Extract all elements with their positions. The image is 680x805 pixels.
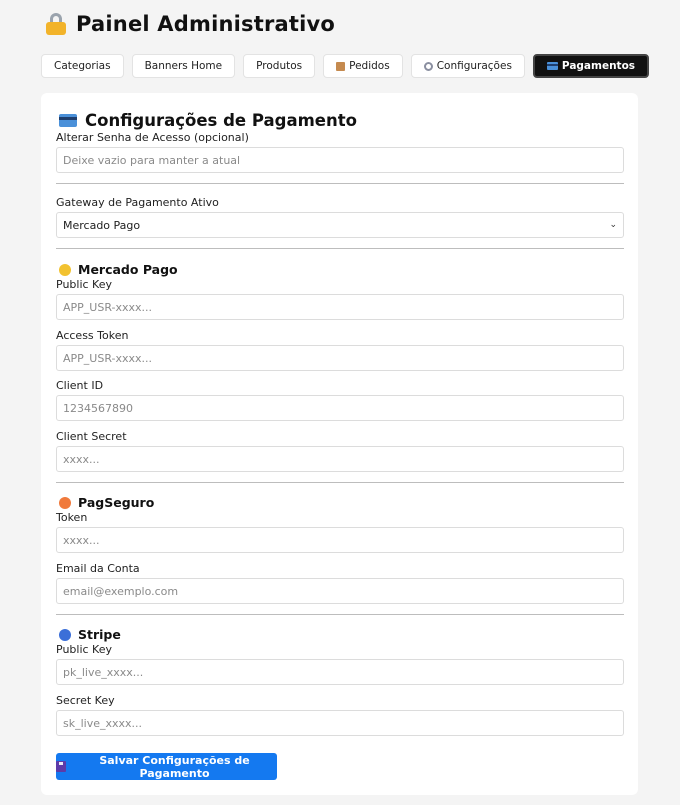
- divider: [56, 183, 624, 184]
- tab-label: Produtos: [256, 60, 303, 72]
- ps-token-input[interactable]: [56, 527, 624, 553]
- mp-client-secret-label: Client Secret: [56, 430, 127, 443]
- yellow-circle-icon: [59, 263, 71, 276]
- gateway-selected-value: Mercado Pago: [63, 218, 141, 232]
- tab-configuracoes[interactable]: Configurações: [410, 54, 525, 78]
- payment-settings-panel: Configurações de Pagamento Alterar Senha…: [41, 93, 638, 795]
- mp-client-id-input[interactable]: [56, 395, 624, 421]
- tab-bar: Categorias Banners Home Produtos Pedidos…: [41, 54, 650, 78]
- tab-label: Configurações: [436, 60, 512, 72]
- mercadopago-section-title: Mercado Pago: [59, 262, 178, 277]
- tab-label: Banners Home: [144, 60, 223, 72]
- mp-client-secret-input[interactable]: [56, 446, 624, 472]
- divider: [56, 614, 624, 615]
- orange-circle-icon: [59, 496, 71, 509]
- tab-pedidos[interactable]: Pedidos: [323, 54, 403, 78]
- page-title: Painel Administrativo: [76, 12, 336, 36]
- credit-card-icon: [59, 114, 77, 127]
- pagseguro-title: PagSeguro: [78, 495, 155, 510]
- mercadopago-title: Mercado Pago: [78, 262, 178, 277]
- mp-client-id-label: Client ID: [56, 379, 104, 392]
- gateway-label: Gateway de Pagamento Ativo: [56, 196, 219, 209]
- gear-icon: [423, 61, 433, 71]
- gateway-select[interactable]: Mercado Pago ⌄: [56, 212, 624, 238]
- stripe-section-title: Stripe: [59, 627, 121, 642]
- stripe-public-key-label: Public Key: [56, 643, 112, 656]
- lock-icon: [46, 13, 66, 35]
- panel-title-text: Configurações de Pagamento: [85, 111, 357, 130]
- tab-pagamentos[interactable]: Pagamentos: [532, 54, 650, 78]
- mp-public-key-label: Public Key: [56, 278, 112, 291]
- mp-public-key-input[interactable]: [56, 294, 624, 320]
- mp-access-token-label: Access Token: [56, 329, 129, 342]
- credit-card-icon: [546, 62, 558, 70]
- ps-email-input[interactable]: [56, 578, 624, 604]
- ps-email-label: Email da Conta: [56, 562, 140, 575]
- tab-label: Pedidos: [349, 60, 390, 72]
- stripe-public-key-input[interactable]: [56, 659, 624, 685]
- mp-access-token-input[interactable]: [56, 345, 624, 371]
- tab-categorias[interactable]: Categorias: [41, 54, 124, 78]
- divider: [56, 248, 624, 249]
- password-input[interactable]: [56, 147, 624, 173]
- stripe-secret-key-label: Secret Key: [56, 694, 115, 707]
- divider: [56, 482, 624, 483]
- stripe-title: Stripe: [78, 627, 121, 642]
- blue-circle-icon: [59, 628, 71, 641]
- save-button-label: Salvar Configurações de Pagamento: [99, 753, 250, 780]
- tab-label: Categorias: [54, 60, 111, 72]
- tab-banners-home[interactable]: Banners Home: [131, 54, 236, 78]
- chevron-down-icon: ⌄: [609, 220, 617, 230]
- password-label: Alterar Senha de Acesso (opcional): [56, 131, 249, 144]
- tab-label: Pagamentos: [561, 60, 636, 72]
- stripe-secret-key-input[interactable]: [56, 710, 624, 736]
- package-icon: [336, 61, 346, 71]
- floppy-disk-icon: [56, 761, 67, 772]
- save-payment-settings-button[interactable]: Salvar Configurações de Pagamento: [56, 753, 277, 780]
- page-header: Painel Administrativo: [46, 12, 335, 36]
- pagseguro-section-title: PagSeguro: [59, 495, 154, 510]
- panel-title: Configurações de Pagamento: [59, 111, 357, 130]
- ps-token-label: Token: [56, 511, 88, 524]
- tab-produtos[interactable]: Produtos: [243, 54, 316, 78]
